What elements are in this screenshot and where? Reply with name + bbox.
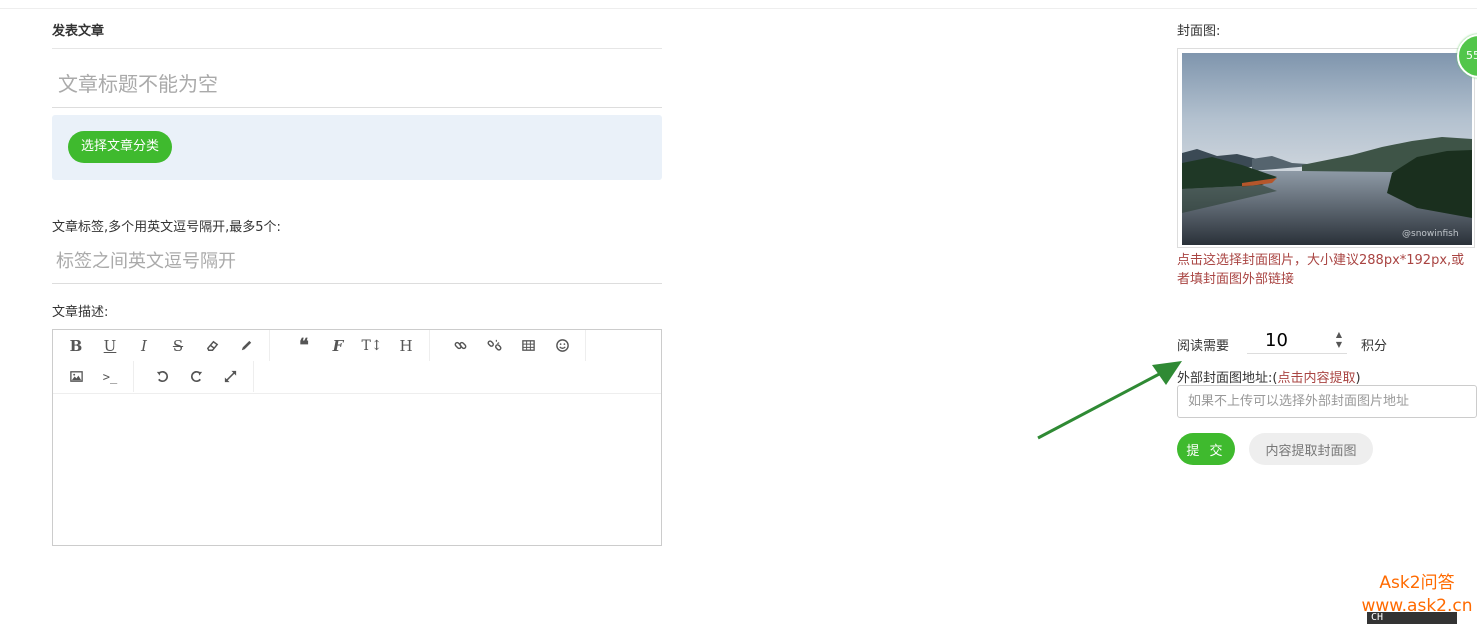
fullscreen-icon[interactable] [213,363,247,391]
spinner-up-icon[interactable]: ▲ [1333,330,1345,340]
title-divider [52,48,662,49]
read-cost-input[interactable] [1247,328,1347,354]
toolbar-group-media: >_ [53,361,134,392]
cover-hint-text: 点击这选择封面图片，大小建议288px*192px,或者填封面图外部链接 [1177,253,1465,287]
cover-image[interactable]: @snowinfish [1182,53,1472,245]
category-panel: 选择文章分类 [52,115,662,180]
external-cover-label-end: ) [1355,371,1361,386]
read-cost-label: 阅读需要 [1177,339,1230,354]
emoji-icon[interactable] [545,332,579,360]
toolbar-group-block: ❝ F T↕ H [281,330,430,361]
extract-from-content-link[interactable]: 点击内容提取 [1277,371,1355,386]
table-icon[interactable] [511,332,545,360]
external-cover-label-text: 外部封面图地址:( [1177,371,1278,386]
link-icon[interactable] [443,332,477,360]
cover-label: 封面图: [1177,24,1221,39]
submit-button[interactable]: 提 交 [1177,433,1235,465]
watermark-title: Ask2问答 [1379,573,1455,593]
spinner-down-icon[interactable]: ▼ [1333,340,1345,350]
number-spinner[interactable]: ▲ ▼ [1333,330,1345,352]
external-cover-url-input[interactable] [1177,385,1477,418]
editor-toolbar: B U I S ❝ F T↕ H >_ [53,330,661,394]
eraser-icon[interactable] [195,332,229,360]
cover-image-frame[interactable]: @snowinfish [1177,48,1475,248]
extract-cover-button[interactable]: 内容提取封面图 [1249,433,1373,465]
tags-label: 文章标签,多个用英文逗号隔开,最多5个: [52,220,281,235]
points-label: 积分 [1361,339,1388,354]
font-icon[interactable]: F [321,332,355,360]
ime-toolbar[interactable]: CH [1367,612,1457,624]
underline-icon[interactable]: U [93,332,127,360]
page-title: 发表文章 [52,24,105,39]
tags-input[interactable] [52,240,662,284]
toolbar-group-insert [437,330,586,361]
ime-language: CH [1371,612,1384,623]
editor-content-area[interactable] [53,394,661,545]
header-icon[interactable]: H [389,332,423,360]
external-cover-label: 外部封面图地址:(点击内容提取) [1177,367,1361,386]
top-divider [0,8,1477,9]
rich-text-editor: B U I S ❝ F T↕ H >_ [52,329,662,546]
redo-icon[interactable] [179,363,213,391]
text-height-icon[interactable]: T↕ [355,332,389,360]
select-category-button[interactable]: 选择文章分类 [68,131,173,163]
image-icon[interactable] [59,363,93,391]
bold-icon[interactable]: B [59,332,93,360]
strikethrough-icon[interactable]: S [161,332,195,360]
photo-watermark: @snowinfish [1402,229,1459,239]
code-icon[interactable]: >_ [93,363,127,391]
unlink-icon[interactable] [477,332,511,360]
toolbar-group-format: B U I S [53,330,270,361]
pencil-icon[interactable] [229,332,263,360]
quote-icon[interactable]: ❝ [287,332,321,360]
annotation-arrow [1037,361,1182,440]
description-label: 文章描述: [52,305,109,320]
undo-icon[interactable] [145,363,179,391]
italic-icon[interactable]: I [127,332,161,360]
toolbar-group-history [139,361,254,392]
article-title-input[interactable] [52,60,662,108]
